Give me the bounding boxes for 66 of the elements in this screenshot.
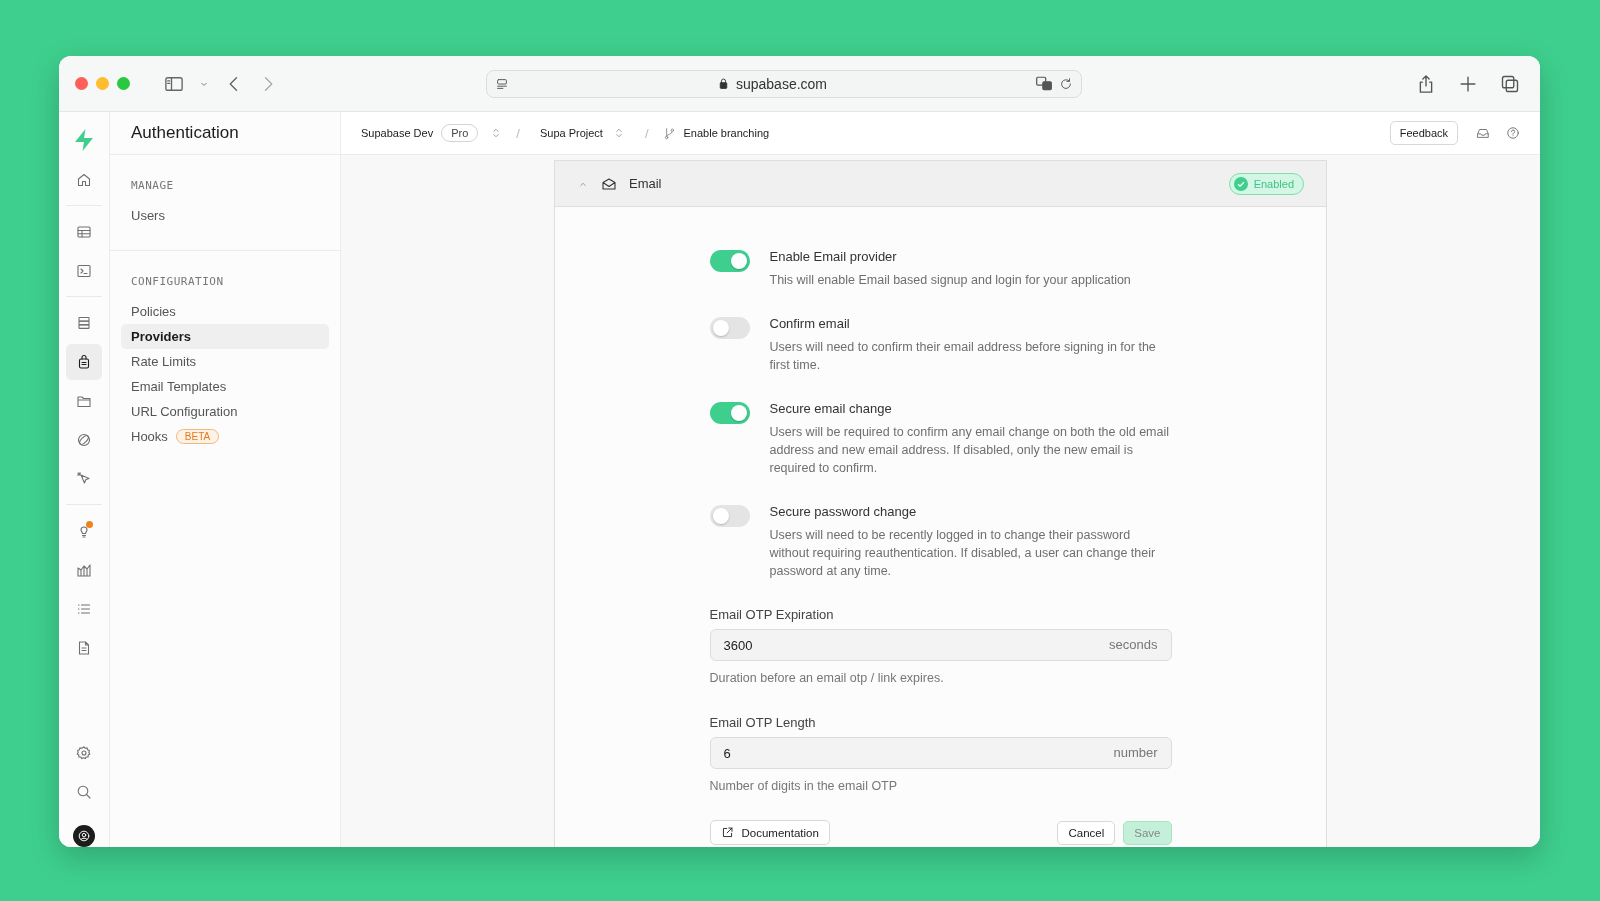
section-heading: CONFIGURATION — [130, 275, 225, 290]
settings-icon — [76, 744, 92, 761]
page-menu-icon — [495, 76, 509, 91]
sidebar-item[interactable]: Providers — [121, 324, 329, 349]
branching-link[interactable]: Enable branching — [683, 127, 770, 139]
field-label: Email OTP Expiration — [709, 607, 835, 622]
sidebar-item[interactable]: Policies — [121, 299, 329, 324]
inbox-icon — [1476, 126, 1490, 140]
sidebar-item[interactable]: URL Configuration — [121, 399, 329, 424]
document-icon — [76, 639, 92, 656]
home-icon — [76, 171, 92, 188]
logo-icon[interactable] — [73, 128, 95, 152]
field-help-text: Number of digits in the email OTP — [709, 779, 899, 793]
feedback-button[interactable]: Feedback — [1389, 121, 1458, 145]
toggle-label: Secure password change — [769, 504, 918, 519]
unit-label: number — [1113, 745, 1158, 760]
reload-icon — [1059, 76, 1073, 91]
toggle-description: This will enable Email based signup and login for your application — [769, 272, 1131, 289]
search-icon — [76, 783, 92, 800]
toggle-description: Users will be required to confirm any email change on both the old email address and new email address. If disabled, only the new email is required to confirm. — [769, 424, 1170, 477]
card-title: Email — [629, 176, 662, 191]
field-label: Email OTP Length — [709, 715, 817, 730]
beta-badge: BETA — [175, 429, 220, 444]
tabs-icon — [1500, 73, 1520, 94]
table-icon — [76, 223, 92, 240]
external-link-icon — [720, 826, 734, 839]
cancel-button[interactable]: Cancel — [1057, 820, 1116, 845]
user-icon — [77, 829, 91, 843]
unit-label: seconds — [1109, 637, 1158, 652]
toggle-description: Users will need to be recently logged in to change their password without requiring reauthentication. If disabled, a user can change their password at any time. — [769, 527, 1157, 580]
sidebar-item[interactable]: Rate Limits — [121, 349, 329, 374]
branch-icon — [662, 126, 676, 140]
toggle-switch[interactable] — [709, 317, 750, 339]
toggle-label: Confirm email — [769, 316, 851, 331]
translate-icon — [1035, 74, 1053, 93]
breadcrumb-separator: / — [644, 125, 649, 141]
lock-nav-button[interactable] — [66, 343, 102, 380]
sidebar-item[interactable]: Users — [121, 203, 329, 228]
database-icon — [76, 314, 92, 331]
sidebar-item[interactable]: Hooks — [131, 429, 168, 444]
toggle-switch[interactable] — [709, 505, 750, 527]
field-help-text: Duration before an email otp / link expires. — [709, 671, 945, 685]
toggle-switch[interactable] — [709, 402, 750, 424]
toggle-switch[interactable] — [709, 250, 750, 272]
terminal-icon — [76, 262, 92, 279]
help-icon — [1506, 126, 1520, 140]
url-text: supabase.com — [735, 75, 828, 92]
enabled-badge: Enabled — [1228, 172, 1304, 195]
avatar[interactable] — [73, 825, 95, 847]
breadcrumb-separator: / — [516, 125, 520, 141]
address-bar[interactable]: supabase.com — [486, 69, 1082, 98]
organization-name[interactable]: Supabase Dev — [361, 127, 434, 139]
zoom-window-button[interactable] — [117, 77, 130, 90]
toggle-label: Secure email change — [769, 401, 893, 416]
cursor-icon — [76, 470, 92, 487]
toggle-description: Users will need to confirm their email address before signing in for the first time. — [769, 339, 1157, 374]
sidebar-title: Authentication — [131, 123, 239, 143]
close-window-button[interactable] — [75, 77, 88, 90]
project-name[interactable]: Supa Project — [539, 127, 603, 139]
documentation-button[interactable]: Documentation — [709, 820, 830, 845]
toggle-label: Enable Email provider — [769, 249, 898, 264]
sidebar-item[interactable]: Email Templates — [121, 374, 329, 399]
section-heading: MANAGE — [130, 179, 175, 194]
globe-icon — [76, 431, 92, 448]
minimize-window-button[interactable] — [96, 77, 109, 90]
lock-icon — [76, 353, 92, 370]
